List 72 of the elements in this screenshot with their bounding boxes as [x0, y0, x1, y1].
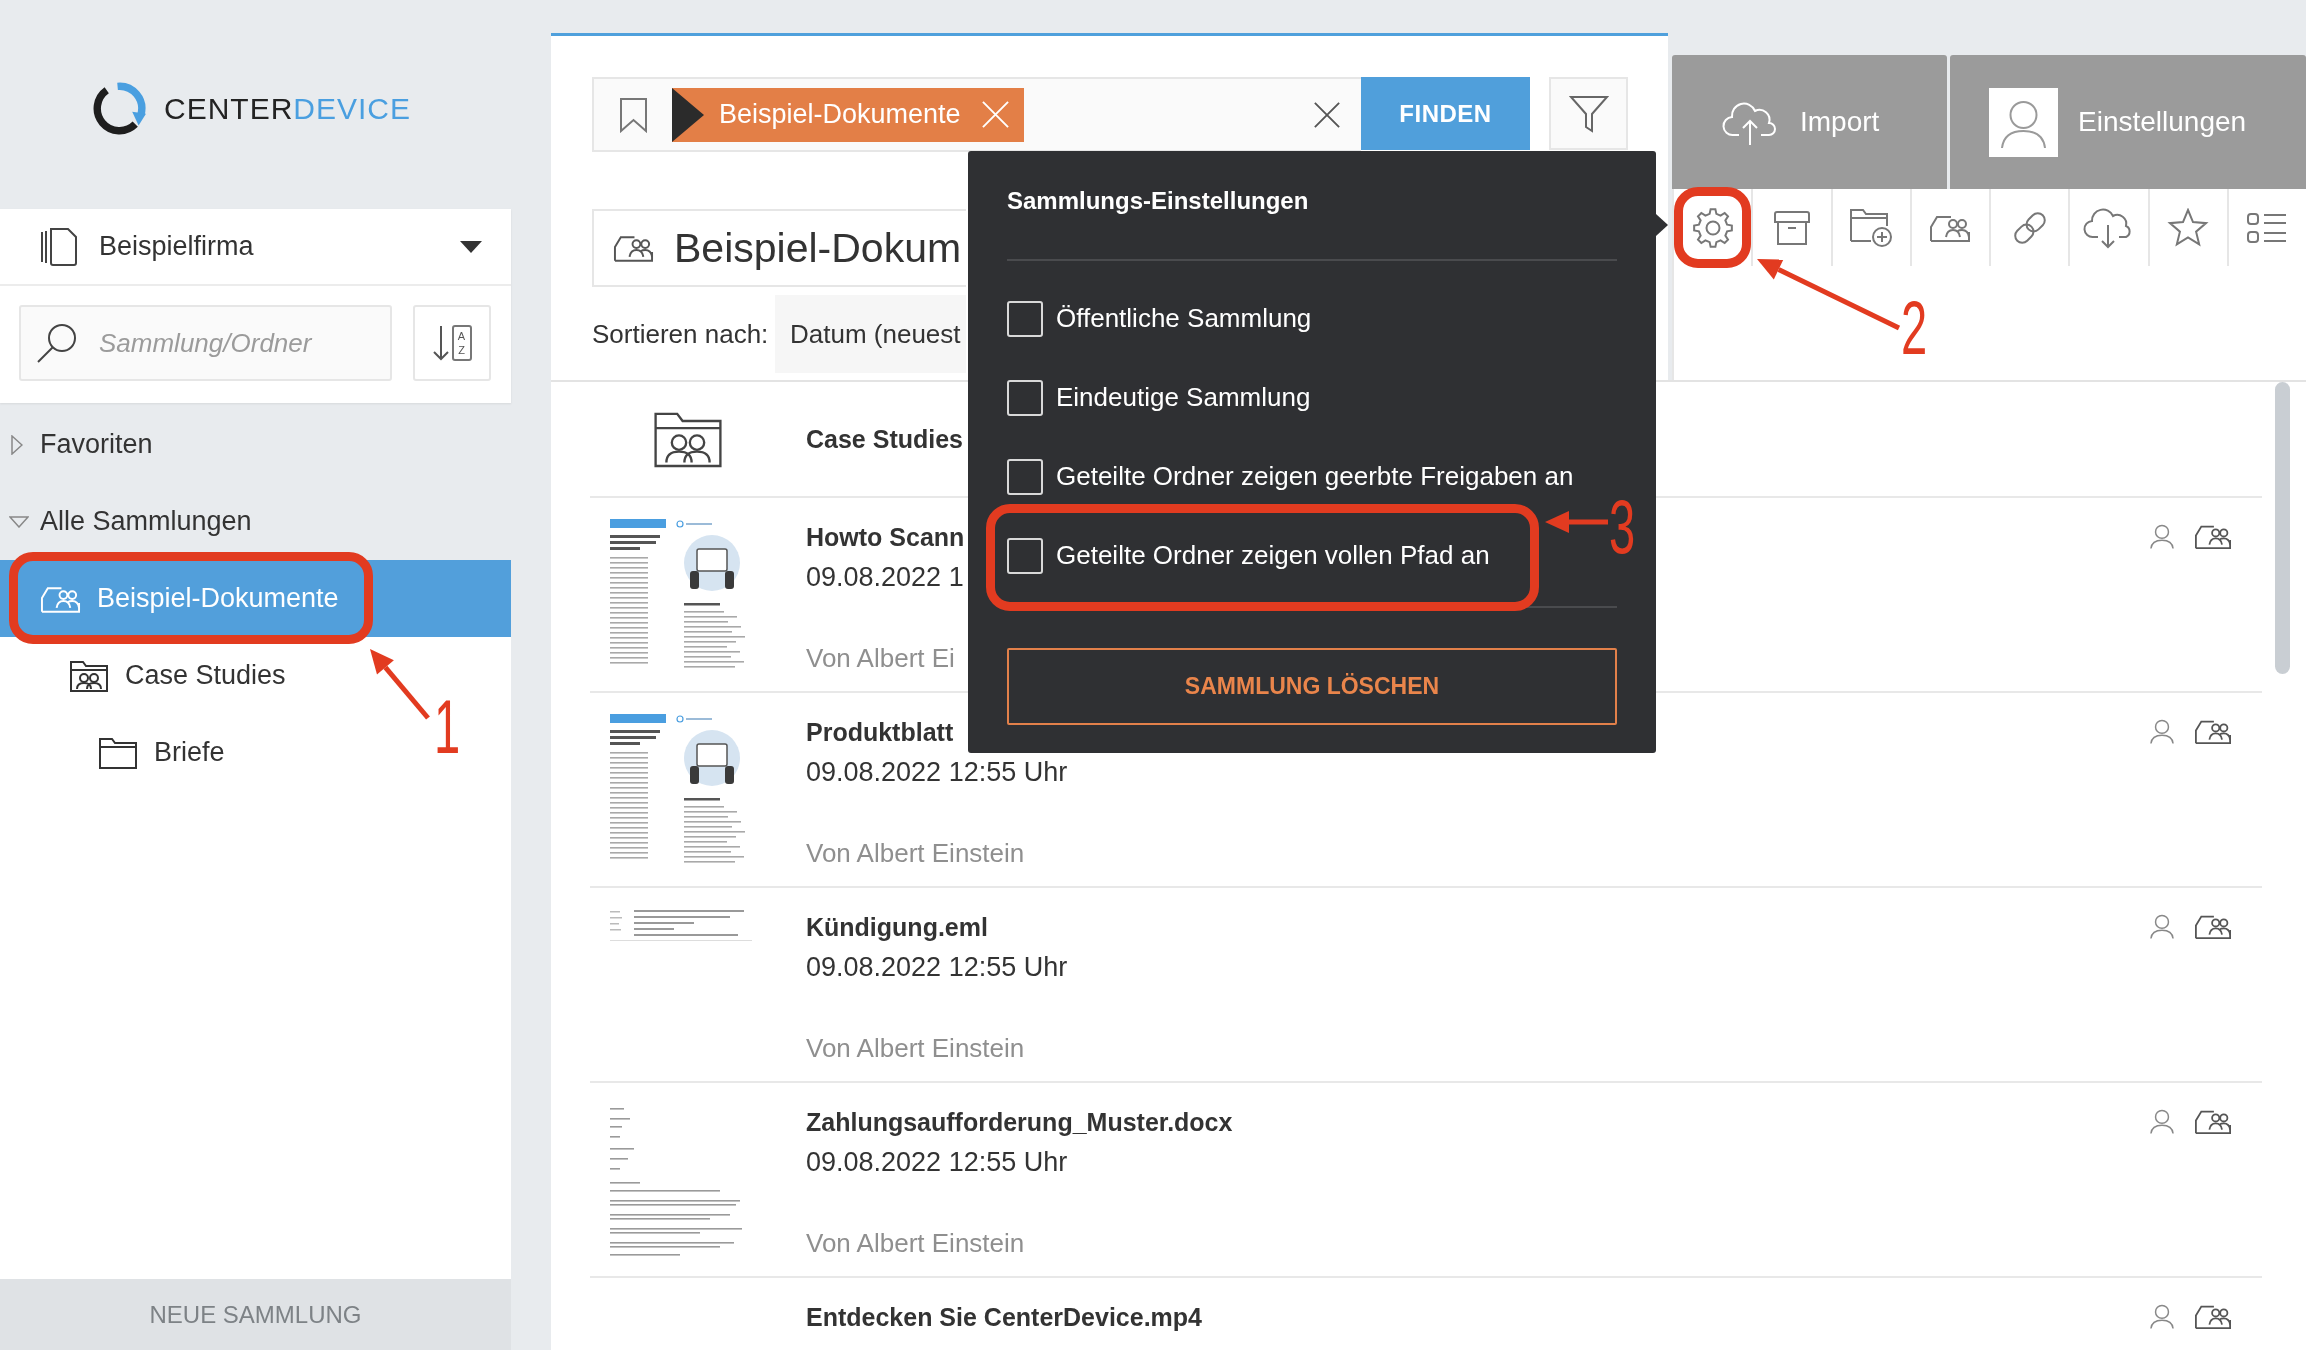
filter-button[interactable]	[1549, 77, 1628, 150]
tree-item[interactable]: Briefe	[0, 714, 239, 791]
sort-dropdown[interactable]: Datum (neuest	[775, 295, 966, 373]
popup-title: Sammlungs-Einstellungen	[1007, 151, 1617, 261]
arrow-down-icon	[432, 325, 449, 361]
person-icon[interactable]	[2150, 1303, 2174, 1330]
document-title[interactable]: Zahlungsaufforderung_Muster.docx	[806, 1105, 1233, 1139]
step-number: 1	[434, 689, 461, 765]
option-label: Geteilte Ordner zeigen vollen Pfad an	[1056, 540, 1490, 571]
close-icon[interactable]	[980, 100, 1010, 129]
checkbox[interactable]	[1007, 379, 1043, 416]
person-icon[interactable]	[2150, 1108, 2174, 1135]
settings-icon[interactable]	[1691, 206, 1734, 249]
bookmark-icon[interactable]	[619, 96, 648, 133]
sort-label: Sortieren nach:	[592, 318, 770, 350]
clear-icon[interactable]	[1313, 100, 1341, 129]
document-author: Von Albert Einstein	[806, 1032, 1025, 1065]
document-date: 09.08.2022 12:55 Uhr	[806, 951, 1068, 984]
tree-item[interactable]: Case Studies	[0, 637, 300, 714]
logo-text: CENTERDEVICE	[164, 93, 412, 124]
document-date: 09.08.2022 12:55 Uhr	[806, 756, 1068, 789]
option-label: Geteilte Ordner zeigen geerbte Freigaben an	[1056, 461, 1574, 492]
people-box-icon[interactable]	[2194, 1108, 2232, 1135]
search-field[interactable]: Sammlung/Ordner	[19, 305, 392, 381]
document-author: Von Albert Einstein	[806, 1227, 1025, 1260]
people-box-icon[interactable]	[2194, 718, 2232, 745]
person-icon[interactable]	[2150, 718, 2174, 745]
people-box-icon[interactable]	[2194, 1303, 2232, 1330]
documents-icon	[40, 226, 78, 267]
document-title[interactable]: Kündigung.eml	[806, 910, 988, 944]
caret-right-icon[interactable]	[11, 434, 23, 455]
scrollbar-thumb[interactable]	[2275, 382, 2290, 674]
archive-box-icon[interactable]	[1771, 209, 1812, 246]
tree-item[interactable]: Favoriten	[0, 406, 511, 483]
people-box-icon	[613, 233, 654, 263]
checkbox[interactable]	[1007, 537, 1043, 574]
search-icon	[37, 323, 77, 363]
option-label: Öffentliche Sammlung	[1056, 303, 1312, 334]
avatar-icon	[1989, 87, 2058, 157]
collection-title: Beispiel-Dokum	[674, 224, 962, 272]
person-icon[interactable]	[2150, 523, 2174, 550]
people-folder-icon	[69, 658, 109, 693]
document-author: Von Albert Ei	[806, 642, 955, 675]
tag-arrow-icon	[672, 87, 704, 142]
checkbox[interactable]	[1007, 458, 1043, 495]
checkbox[interactable]	[1007, 300, 1043, 337]
people-box-icon[interactable]	[2194, 913, 2232, 940]
caret-down-icon[interactable]	[9, 515, 29, 528]
person-icon[interactable]	[2150, 913, 2174, 940]
step-number: 2	[1901, 290, 1928, 366]
folder-name[interactable]: Case Studies	[806, 422, 963, 456]
document-date: 09.08.2022 12:55 Uhr	[806, 1146, 1068, 1179]
document-author: Von Albert Einstein	[806, 837, 1025, 870]
folder-icon	[98, 735, 138, 770]
star-icon[interactable]	[2167, 207, 2210, 248]
filter-icon	[1568, 93, 1609, 134]
option-label: Eindeutige Sammlung	[1056, 382, 1311, 413]
folder-plus-icon[interactable]	[1849, 207, 1894, 248]
delete-collection-button[interactable]: SAMMLUNG LÖSCHEN	[1007, 648, 1617, 725]
annotation-arrow	[370, 649, 430, 720]
caret-icon	[460, 240, 482, 253]
tree-item[interactable]: Alle Sammlungen	[0, 483, 511, 560]
sort-button[interactable]: A Z	[413, 305, 491, 381]
document-title[interactable]: Produktblatt	[806, 715, 954, 749]
step-number: 3	[1609, 489, 1636, 565]
annotation-arrow	[1545, 511, 1608, 533]
document-title[interactable]: Entdecken Sie CenterDevice.mp4	[806, 1300, 1202, 1334]
document-title[interactable]: Howto Scann	[806, 520, 965, 554]
company-dropdown[interactable]: Beispielfirma	[0, 209, 511, 286]
people-box-icon[interactable]	[2194, 523, 2232, 550]
logo-icon	[93, 82, 146, 135]
document-date: 09.08.2022 1	[806, 561, 964, 594]
